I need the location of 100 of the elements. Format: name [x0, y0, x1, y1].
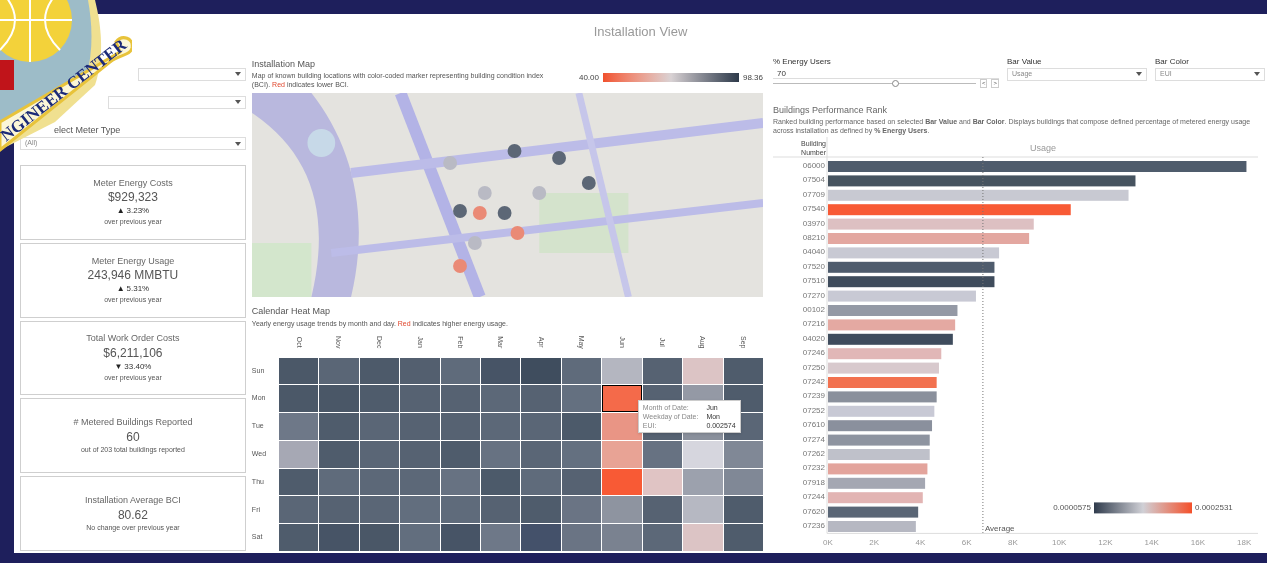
heatmap-cell[interactable] — [400, 357, 440, 385]
slider-thumb[interactable] — [891, 79, 899, 87]
control-label: Bar Value — [1007, 55, 1043, 68]
kpi-title: Meter Energy Usage — [91, 254, 175, 268]
kpi-change: 33.40% — [124, 361, 152, 373]
heatmap-cell[interactable] — [319, 385, 359, 413]
heatmap-cell[interactable] — [359, 468, 400, 496]
heatmap-cell[interactable] — [319, 496, 359, 524]
heatmap-cell[interactable] — [400, 524, 440, 551]
heatmap-cell[interactable] — [481, 440, 521, 468]
kpi-value: $929,323 — [107, 190, 158, 206]
heatmap-cell[interactable] — [642, 468, 683, 496]
average-label: Average — [984, 524, 1015, 534]
heatmap-cell[interactable] — [602, 413, 642, 440]
heatmap-cell[interactable] — [400, 413, 440, 440]
heatmap-cell[interactable] — [400, 385, 440, 413]
heatmap-cell[interactable] — [440, 440, 480, 468]
heatmap-cell[interactable] — [602, 385, 642, 413]
heatmap-cell[interactable] — [278, 524, 319, 551]
heatmap-cell[interactable] — [561, 413, 602, 440]
kpi-title: # Metered Buildings Reported — [73, 416, 193, 430]
heatmap-cell[interactable] — [723, 496, 763, 524]
heatmap-cell[interactable] — [602, 496, 642, 524]
heatmap-cell[interactable] — [400, 468, 440, 496]
heatmap-cell[interactable] — [400, 496, 440, 524]
heatmap-cell[interactable] — [481, 468, 521, 496]
heatmap-cell[interactable] — [723, 357, 763, 385]
heatmap-cell[interactable] — [319, 524, 359, 551]
heatmap-cell[interactable] — [521, 496, 561, 524]
heatmap-cell[interactable] — [481, 357, 521, 385]
heatmap-cell[interactable] — [561, 440, 602, 468]
heatmap-cell[interactable] — [683, 357, 723, 385]
tick-label: 0K — [823, 538, 833, 548]
heatmap-cell[interactable] — [561, 496, 602, 524]
heatmap-cell[interactable] — [521, 385, 561, 413]
heatmap-cell[interactable] — [602, 357, 642, 385]
heatmap-cell[interactable] — [683, 496, 723, 524]
heatmap-cell[interactable] — [319, 413, 359, 440]
legend-min: 40.00 — [578, 71, 599, 84]
kpi-value: 243,946 MMBTU — [87, 268, 179, 284]
heatmap-cell[interactable] — [521, 357, 561, 385]
heatmap-cell[interactable] — [521, 524, 561, 551]
heatmap-cell[interactable] — [440, 385, 480, 413]
heatmap-cell[interactable] — [521, 468, 561, 496]
building-label: 07239 — [802, 391, 825, 401]
heatmap-cell[interactable] — [561, 524, 602, 551]
heatmap-cell[interactable] — [278, 357, 319, 385]
heatmap-cell[interactable] — [400, 440, 440, 468]
heatmap-cell[interactable] — [683, 440, 723, 468]
heatmap-cell[interactable] — [359, 357, 400, 385]
heatmap-cell[interactable] — [278, 440, 319, 468]
heatmap-cell[interactable] — [561, 385, 602, 413]
heatmap-cell[interactable] — [602, 524, 642, 551]
heatmap-cell[interactable] — [561, 357, 602, 385]
heatmap-cell[interactable] — [723, 440, 763, 468]
heatmap-cell[interactable] — [481, 413, 521, 440]
heatmap-cell[interactable] — [359, 524, 400, 551]
heatmap-cell[interactable] — [723, 524, 763, 551]
heatmap-cell[interactable] — [683, 468, 723, 496]
heatmap-cell[interactable] — [359, 440, 400, 468]
heatmap-cell[interactable] — [642, 496, 683, 524]
heatmap-cell[interactable] — [723, 468, 763, 496]
heatmap-cell[interactable] — [642, 440, 683, 468]
heatmap-cell[interactable] — [602, 468, 642, 496]
heatmap-cell[interactable] — [359, 496, 400, 524]
heatmap-cell[interactable] — [319, 357, 359, 385]
bar[interactable] — [828, 276, 995, 288]
building-label: 07232 — [802, 463, 825, 473]
value-field[interactable]: 70 — [773, 67, 999, 79]
trend-arrow: ▼ — [114, 361, 123, 373]
heatmap-cell[interactable] — [359, 385, 400, 413]
heatmap-cell[interactable] — [683, 524, 723, 551]
heatmap-cell[interactable] — [440, 468, 480, 496]
heatmap-cell[interactable] — [642, 357, 683, 385]
heatmap-cell[interactable] — [440, 496, 480, 524]
heatmap-cell[interactable] — [521, 440, 561, 468]
heatmap-cell[interactable] — [602, 440, 642, 468]
bar[interactable] — [828, 420, 933, 432]
heatmap-cell[interactable] — [521, 413, 561, 440]
kpi-value: 60 — [126, 429, 140, 445]
heatmap-cell[interactable] — [642, 524, 683, 551]
heatmap-cell[interactable] — [440, 357, 480, 385]
heatmap-cell[interactable] — [278, 413, 319, 440]
heatmap-cell[interactable] — [481, 385, 521, 413]
bar[interactable] — [828, 175, 1136, 187]
heatmap-cell[interactable] — [359, 413, 400, 440]
heatmap-cell[interactable] — [319, 468, 359, 496]
heatmap-cell[interactable] — [278, 385, 319, 413]
heatmap-cell[interactable] — [561, 468, 602, 496]
heatmap-cell[interactable] — [481, 496, 521, 524]
heatmap-cell[interactable] — [278, 496, 319, 524]
heatmap-cell[interactable] — [440, 413, 480, 440]
heatmap-cell[interactable] — [440, 524, 480, 551]
bar[interactable] — [828, 333, 953, 345]
bar[interactable] — [828, 506, 919, 518]
heatmap-cell[interactable] — [319, 440, 359, 468]
heatmap-cell[interactable] — [481, 524, 521, 551]
caret-icon — [1254, 72, 1260, 76]
bar[interactable] — [828, 261, 995, 273]
heatmap-cell[interactable] — [278, 468, 319, 496]
